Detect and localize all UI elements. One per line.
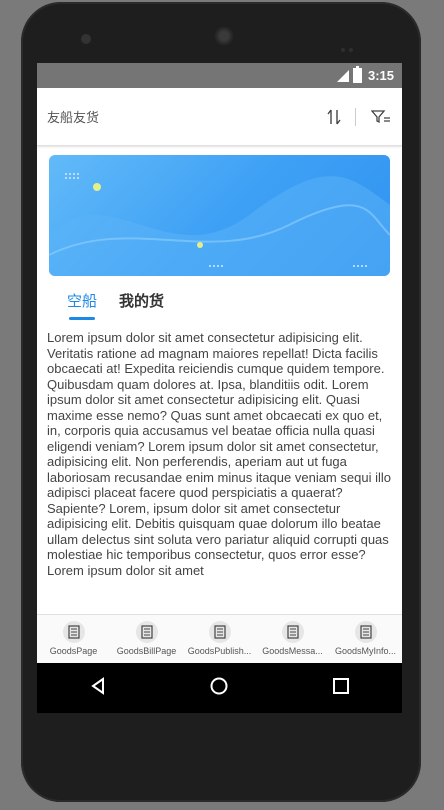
recents-icon[interactable] bbox=[331, 676, 351, 700]
nav-label: GoodsBillPage bbox=[116, 646, 177, 656]
system-navigation-bar bbox=[37, 663, 402, 713]
nav-label: GoodsPage bbox=[49, 646, 98, 656]
document-list-icon bbox=[208, 621, 231, 643]
status-time: 3:15 bbox=[367, 68, 394, 83]
document-list-icon bbox=[135, 621, 158, 643]
bottom-navigation: GoodsPage GoodsBillPage GoodsPublish... … bbox=[37, 614, 402, 664]
tab-label: 空船 bbox=[67, 292, 98, 310]
sort-arrows-icon[interactable] bbox=[323, 106, 345, 128]
home-icon[interactable] bbox=[209, 676, 229, 700]
earpiece-speaker bbox=[214, 26, 234, 46]
nav-goods-message[interactable]: GoodsMessa... bbox=[256, 615, 329, 664]
filter-icon[interactable] bbox=[370, 106, 392, 128]
document-list-icon bbox=[354, 621, 377, 643]
back-icon[interactable] bbox=[88, 676, 108, 700]
nav-label: GoodsMessa... bbox=[262, 646, 323, 656]
device-screen: 3:15 友船友货 空船 我的货 Lorem ipsum dolor sit a… bbox=[37, 63, 402, 713]
app-bar: 友船友货 bbox=[37, 88, 402, 146]
document-list-icon bbox=[281, 621, 304, 643]
tab-indicator bbox=[69, 317, 95, 320]
banner-image[interactable] bbox=[49, 155, 390, 276]
nav-goods-publish[interactable]: GoodsPublish... bbox=[183, 615, 256, 664]
document-list-icon bbox=[62, 621, 85, 643]
battery-icon bbox=[352, 66, 362, 83]
tab-label: 我的货 bbox=[119, 292, 165, 310]
content-text: Lorem ipsum dolor sit amet consectetur a… bbox=[47, 330, 391, 578]
app-title: 友船友货 bbox=[47, 111, 100, 126]
nav-goods-page[interactable]: GoodsPage bbox=[37, 615, 110, 664]
appbar-divider bbox=[355, 107, 356, 126]
tab-my-goods[interactable]: 我的货 bbox=[119, 290, 164, 328]
nav-label: GoodsMyInfo... bbox=[334, 646, 397, 656]
tab-empty-ship[interactable]: 空船 bbox=[67, 290, 97, 328]
nav-goods-my-info[interactable]: GoodsMyInfo... bbox=[329, 615, 402, 664]
nav-label: GoodsPublish... bbox=[187, 646, 252, 656]
signal-icon bbox=[336, 69, 349, 82]
nav-goods-bill-page[interactable]: GoodsBillPage bbox=[110, 615, 183, 664]
status-bar: 3:15 bbox=[37, 63, 402, 88]
tab-bar: 空船 我的货 bbox=[37, 276, 402, 328]
front-camera bbox=[81, 34, 91, 44]
sensors bbox=[341, 37, 363, 52]
